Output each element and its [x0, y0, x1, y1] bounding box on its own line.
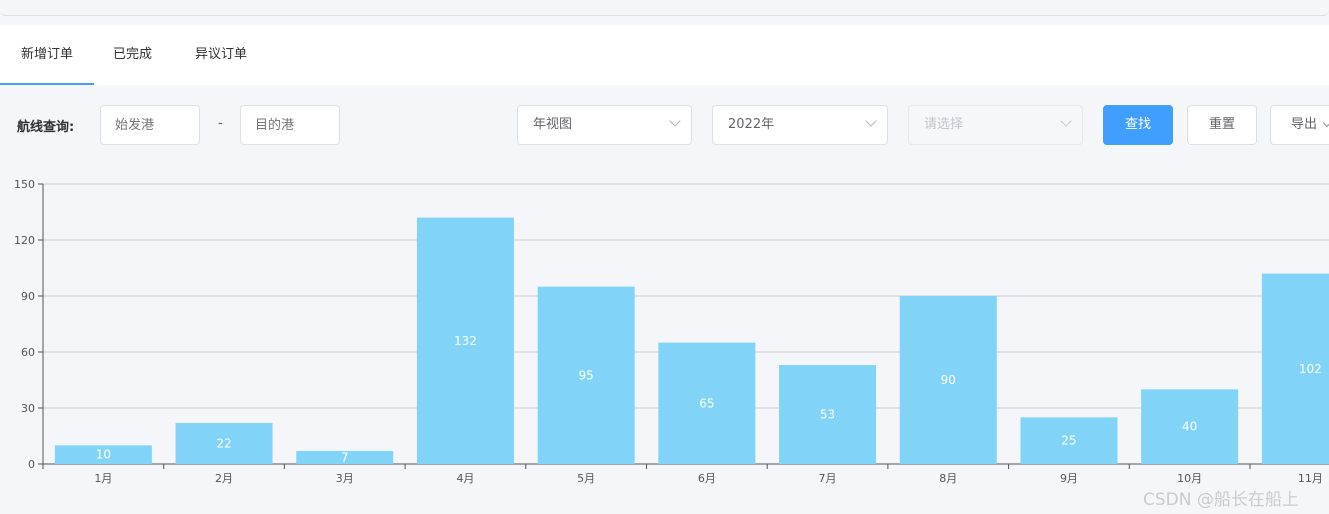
- x-tick-label: 9月: [1060, 472, 1078, 485]
- x-tick-label: 10月: [1177, 472, 1202, 485]
- x-tick-label: 2月: [215, 472, 233, 485]
- export-button-label: 导出: [1291, 117, 1318, 132]
- bar-value-label: 22: [216, 436, 231, 450]
- bar-value-label: 95: [579, 368, 594, 382]
- bar-value-label: 40: [1182, 420, 1197, 434]
- bar-value-label: 25: [1061, 434, 1076, 448]
- bar-value-label: 10: [96, 448, 111, 462]
- bar-value-label: 102: [1299, 362, 1322, 376]
- view-select-value: 年视图: [533, 117, 573, 132]
- top-strip: [0, 0, 1329, 16]
- tab-disputed-orders[interactable]: 异议订单: [195, 25, 247, 85]
- year-select[interactable]: 2022年: [712, 105, 888, 145]
- y-tick-label: 60: [21, 346, 35, 359]
- bar-value-label: 7: [341, 450, 349, 464]
- x-tick-label: 11月: [1298, 472, 1323, 485]
- y-tick-label: 30: [21, 402, 35, 415]
- x-tick-label: 1月: [94, 472, 112, 485]
- watermark: CSDN @船长在船上: [1143, 490, 1299, 510]
- y-tick-label: 120: [14, 234, 35, 247]
- y-tick-label: 90: [21, 290, 35, 303]
- x-tick-label: 6月: [698, 472, 716, 485]
- year-select-value: 2022年: [728, 117, 775, 132]
- bar-value-label: 132: [454, 334, 477, 348]
- tab-completed[interactable]: 已完成: [113, 25, 152, 85]
- view-select[interactable]: 年视图: [517, 105, 692, 145]
- x-tick-label: 7月: [819, 472, 837, 485]
- route-query-label: 航线查询:: [17, 120, 75, 135]
- bar-value-label: 90: [941, 373, 956, 387]
- disabled-select[interactable]: 请选择: [908, 105, 1083, 145]
- search-button[interactable]: 查找: [1103, 105, 1173, 145]
- monthly-orders-bar-chart: 0 30 60 90 120 150 10 1月 22 2月 7 3月 132 4月 95 5月 65 6月 53 7…: [14, 178, 1329, 485]
- reset-button[interactable]: 重置: [1187, 105, 1257, 145]
- tab-bar: 新增订单 已完成 异议订单: [0, 25, 1329, 85]
- disabled-select-placeholder: 请选择: [924, 117, 964, 132]
- export-button[interactable]: 导出: [1270, 105, 1329, 145]
- route-separator: -: [218, 116, 223, 131]
- destination-port-input[interactable]: [240, 105, 340, 145]
- chevron-down-icon: [669, 115, 681, 127]
- bar-value-label: 53: [820, 408, 835, 422]
- x-tick-label: 4月: [456, 472, 474, 485]
- x-tick-label: 8月: [939, 472, 957, 485]
- y-tick-label: 0: [28, 458, 35, 471]
- x-tick-label: 5月: [577, 472, 595, 485]
- bar-value-label: 65: [699, 396, 714, 410]
- chevron-down-icon: [865, 115, 877, 127]
- tab-new-orders[interactable]: 新增订单: [0, 25, 94, 85]
- x-tick-label: 3月: [336, 472, 354, 485]
- chevron-down-icon: [1322, 118, 1329, 128]
- chevron-down-icon: [1060, 115, 1072, 127]
- y-tick-label: 150: [14, 178, 35, 191]
- origin-port-input[interactable]: [100, 105, 200, 145]
